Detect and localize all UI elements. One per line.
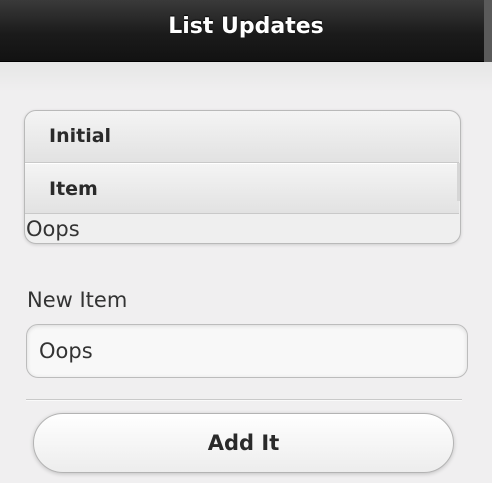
list-item-label: Item	[49, 178, 98, 200]
list-scroll-edge	[457, 163, 460, 201]
item-list: Initial Item Oops	[24, 110, 461, 244]
page-title: List Updates	[168, 14, 324, 39]
list-stray-text: Oops	[26, 217, 80, 241]
list-item-item[interactable]: Item	[25, 163, 459, 214]
list-item-initial[interactable]: Initial	[25, 111, 459, 163]
divider	[26, 399, 462, 401]
list-item-label: Initial	[49, 125, 112, 147]
add-it-button[interactable]: Add It	[33, 413, 454, 473]
content-shadow	[0, 62, 492, 92]
new-item-label: New Item	[27, 288, 128, 312]
header-edge	[484, 0, 492, 62]
app-header: List Updates	[0, 0, 492, 62]
new-item-input[interactable]	[26, 324, 468, 378]
